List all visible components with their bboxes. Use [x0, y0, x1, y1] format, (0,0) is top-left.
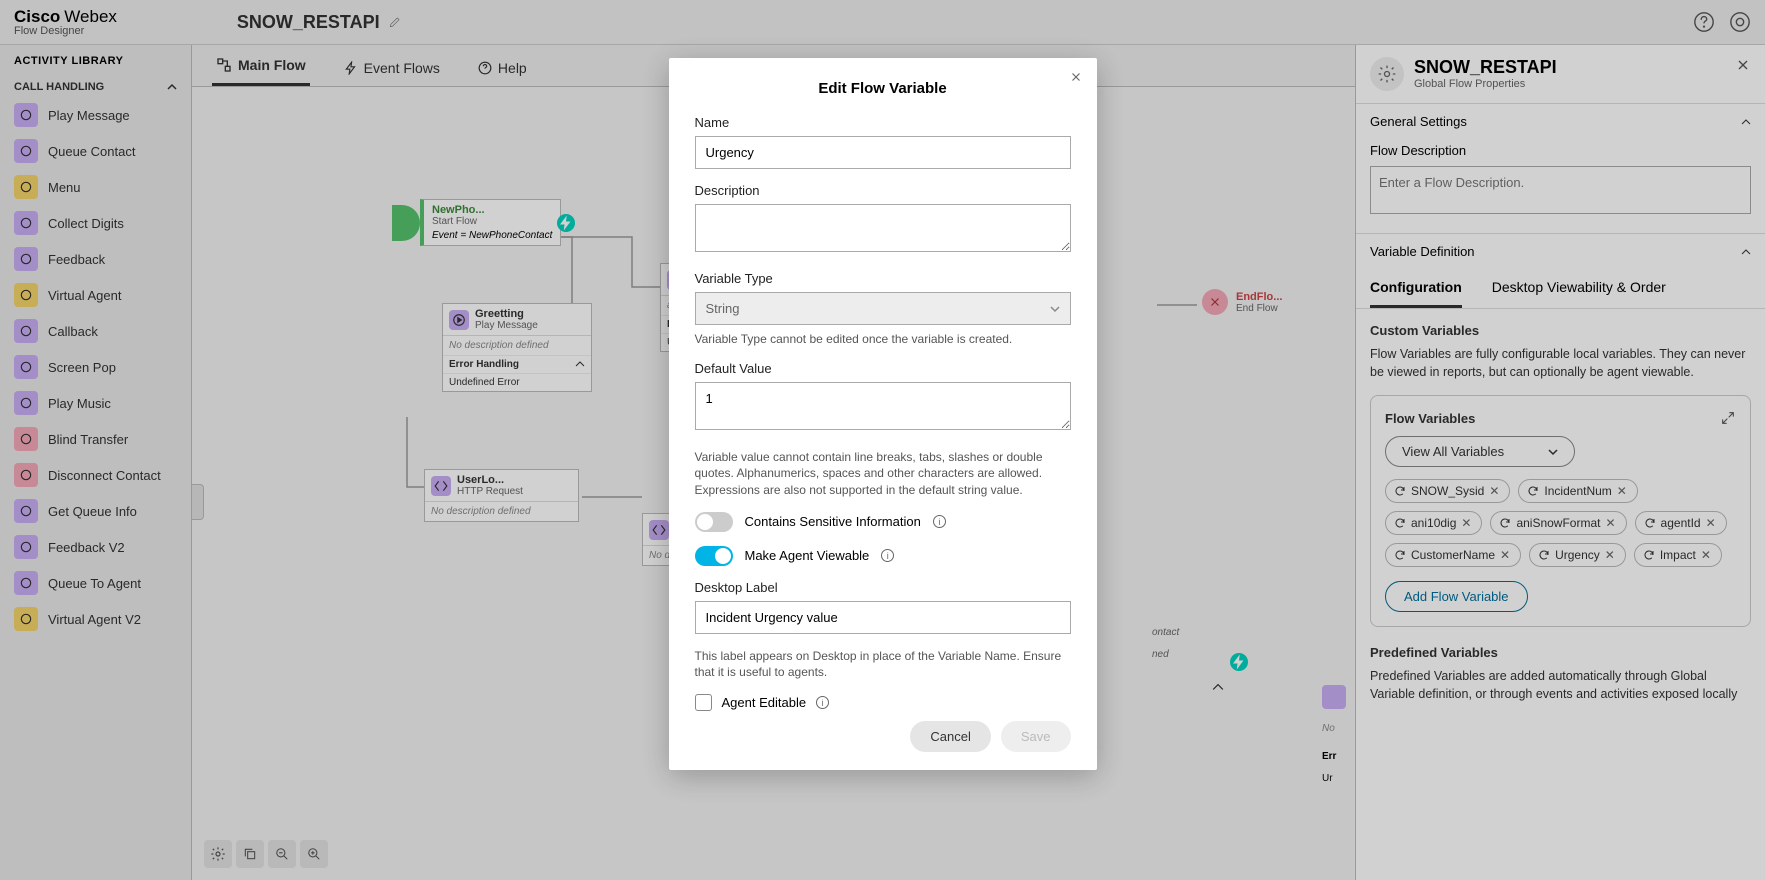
sensitive-toggle[interactable] [695, 512, 733, 532]
modal-title: Edit Flow Variable [695, 80, 1071, 97]
type-hint: Variable Type cannot be edited once the … [695, 331, 1071, 347]
agent-editable-label: Agent Editable [722, 695, 807, 710]
description-input[interactable] [695, 204, 1071, 252]
info-icon[interactable]: i [881, 549, 894, 562]
default-value-label: Default Value [695, 361, 1071, 376]
chevron-down-icon [1050, 304, 1060, 314]
sensitive-label: Contains Sensitive Information [745, 514, 921, 529]
save-button[interactable]: Save [1001, 721, 1071, 752]
name-label: Name [695, 115, 1071, 130]
default-hint: Variable value cannot contain line break… [695, 449, 1071, 498]
close-modal-button[interactable] [1069, 70, 1083, 84]
default-value-input[interactable]: 1 [695, 382, 1071, 430]
name-input[interactable] [695, 136, 1071, 169]
agent-viewable-toggle[interactable] [695, 546, 733, 566]
cancel-button[interactable]: Cancel [910, 721, 990, 752]
agent-viewable-label: Make Agent Viewable [745, 548, 870, 563]
agent-editable-checkbox[interactable] [695, 694, 712, 711]
info-icon[interactable]: i [816, 696, 829, 709]
edit-variable-modal: Edit Flow Variable Name Description Vari… [669, 58, 1097, 770]
info-icon[interactable]: i [933, 515, 946, 528]
variable-type-select: String [695, 292, 1071, 325]
desktop-label-input[interactable] [695, 601, 1071, 634]
description-label: Description [695, 183, 1071, 198]
modal-overlay: Edit Flow Variable Name Description Vari… [0, 0, 1765, 880]
variable-type-label: Variable Type [695, 271, 1071, 286]
desktop-label-label: Desktop Label [695, 580, 1071, 595]
desktop-hint: This label appears on Desktop in place o… [695, 648, 1071, 680]
